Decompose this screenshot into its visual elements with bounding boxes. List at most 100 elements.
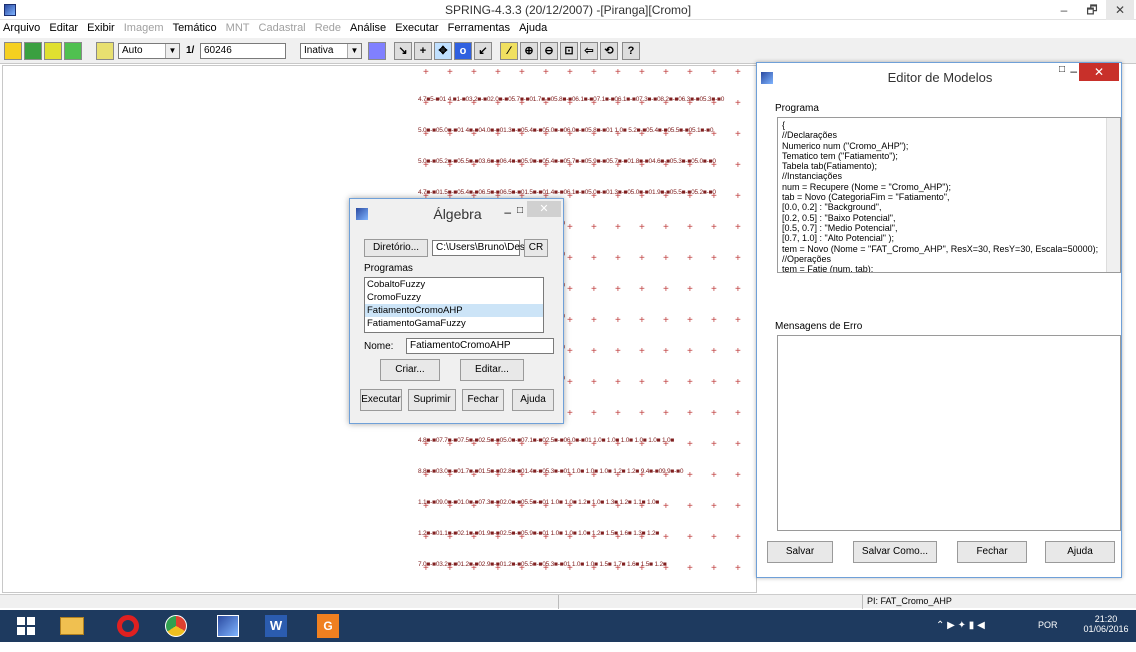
edit-line-icon[interactable]: ∕ [500, 42, 518, 60]
directory-path-field[interactable]: C:\Users\Bruno\Deskto [432, 240, 538, 256]
add-point-icon[interactable]: + [414, 42, 432, 60]
grid-point-marker: + [471, 439, 477, 450]
pointer-icon[interactable]: ↘ [394, 42, 412, 60]
query-icon[interactable]: ↙ [474, 42, 492, 60]
spring-taskbar-icon[interactable] [208, 611, 248, 641]
ajuda-algebra-button[interactable]: Ajuda [512, 389, 554, 411]
info-icon[interactable]: o [454, 42, 472, 60]
scale-input[interactable]: 60246 [200, 43, 286, 59]
programa-label: Programa [775, 103, 819, 114]
salvar-como-button[interactable]: Salvar Como... [853, 541, 937, 563]
grid-point-marker: + [495, 563, 501, 574]
refresh-icon[interactable]: ⟲ [600, 42, 618, 60]
close-button[interactable]: ✕ [1106, 0, 1134, 20]
grid-point-marker: + [447, 532, 453, 543]
back-icon[interactable]: ⇦ [580, 42, 598, 60]
list-item-selected[interactable]: FatiamentoCromoAHP [365, 304, 543, 317]
zoom-in-icon[interactable]: ⊕ [520, 42, 538, 60]
grid-point-marker: + [567, 315, 573, 326]
menu-mnt[interactable]: MNT [223, 20, 253, 34]
pi-status: PI: FAT_Cromo_AHP [862, 595, 1136, 609]
editor-maximize-button[interactable]: □ [1059, 64, 1065, 75]
clock[interactable]: 21:20 01/06/2016 [1080, 614, 1132, 646]
menu-rede[interactable]: Rede [312, 20, 344, 34]
zoom-mode-select[interactable]: Auto ▼ [118, 43, 180, 59]
code-line: Numerico num ("Cromo_AHP"); [782, 140, 909, 151]
diretorio-button[interactable]: Diretório... [364, 239, 428, 257]
chrome-icon[interactable] [156, 611, 196, 641]
grid-point-marker: + [543, 98, 549, 109]
grid-point-marker: + [687, 160, 693, 171]
database-icon[interactable] [4, 42, 22, 60]
menu-cadastral[interactable]: Cadastral [256, 20, 309, 34]
menu-imagem[interactable]: Imagem [121, 20, 167, 34]
grid-point-marker: + [615, 346, 621, 357]
grid-point-marker: + [735, 377, 741, 388]
code-line: //Declarações [782, 130, 838, 141]
ajuda-button[interactable]: Ajuda [1045, 541, 1115, 563]
menu-executar[interactable]: Executar [392, 20, 441, 34]
editor-close-button[interactable]: ✕ [1079, 63, 1119, 81]
editor-minimize-button[interactable]: – [1070, 64, 1077, 78]
code-line: [0.7, 1.0] : "Alto Potencial" ); [782, 233, 894, 244]
editar-button[interactable]: Editar... [460, 359, 524, 381]
algebra-minimize-button[interactable]: – [504, 205, 511, 219]
zoom-out-icon[interactable]: ⊖ [540, 42, 558, 60]
fechar-algebra-button[interactable]: Fechar [462, 389, 504, 411]
nome-input[interactable]: FatiamentoCromoAHP [406, 338, 554, 354]
grid-point-marker: + [495, 160, 501, 171]
word-icon[interactable]: W [256, 611, 296, 641]
algebra-maximize-button[interactable]: □ [517, 205, 523, 216]
grid-point-marker: + [687, 222, 693, 233]
list-item[interactable]: CobaltoFuzzy [365, 278, 543, 291]
executar-button[interactable]: Executar [360, 389, 402, 411]
menu-analise[interactable]: Análise [347, 20, 389, 34]
programs-list[interactable]: CobaltoFuzzy CromoFuzzy FatiamentoCromoA… [364, 277, 544, 333]
grid-point-marker: + [735, 191, 741, 202]
cr-button[interactable]: CR [524, 239, 548, 257]
menu-tematico[interactable]: Temático [170, 20, 220, 34]
display-icon[interactable] [96, 42, 114, 60]
state-select[interactable]: Inativa ▼ [300, 43, 362, 59]
chevron-down-icon: ▼ [165, 44, 179, 58]
pdf-icon[interactable]: G [308, 611, 348, 641]
grid-point-marker: + [519, 532, 525, 543]
menu-exibir[interactable]: Exibir [84, 20, 118, 34]
grid-point-marker: + [711, 253, 717, 264]
list-item[interactable]: CromoFuzzy [365, 291, 543, 304]
grid-point-marker: + [639, 470, 645, 481]
menu-arquivo[interactable]: Arquivo [0, 20, 43, 34]
chevron-down-icon: ▼ [347, 44, 361, 58]
grid-icon[interactable] [368, 42, 386, 60]
list-item[interactable]: FatiamentoGamaFuzzy [365, 317, 543, 330]
grid-point-marker: + [423, 501, 429, 512]
project-icon[interactable] [24, 42, 42, 60]
maximize-button[interactable]: 🗗 [1078, 0, 1106, 20]
tray-icons[interactable]: ⌃ ▶ ✦ ▮ ◀ [936, 620, 985, 652]
zoom-area-icon[interactable]: ⊡ [560, 42, 578, 60]
opera-icon[interactable] [108, 611, 148, 641]
program-code-textarea[interactable]: {//Declarações Numerico num ("Cromo_AHP")… [777, 117, 1121, 273]
salvar-button[interactable]: Salvar [767, 541, 833, 563]
menu-editar[interactable]: Editar [46, 20, 81, 34]
grid-point-marker: + [663, 284, 669, 295]
layers-icon[interactable] [44, 42, 62, 60]
fechar-button[interactable]: Fechar [957, 541, 1027, 563]
help-icon[interactable]: ? [622, 42, 640, 60]
pan-icon[interactable]: ✥ [434, 42, 452, 60]
draw-icon[interactable] [64, 42, 82, 60]
file-explorer-icon[interactable] [52, 611, 92, 641]
menu-ajuda[interactable]: Ajuda [516, 20, 550, 34]
grid-point-marker: + [639, 222, 645, 233]
code-scrollbar[interactable] [1106, 118, 1120, 272]
minimize-button[interactable]: – [1050, 0, 1078, 20]
menu-ferramentas[interactable]: Ferramentas [445, 20, 513, 34]
language-indicator[interactable]: POR [1038, 620, 1058, 652]
algebra-close-button[interactable]: ✕ [527, 201, 561, 217]
grid-point-marker: + [615, 377, 621, 388]
grid-point-marker: + [471, 501, 477, 512]
windows-start-icon[interactable] [6, 611, 46, 641]
criar-button[interactable]: Criar... [380, 359, 440, 381]
taskbar: W G ⌃ ▶ ✦ ▮ ◀ POR 21:20 01/06/2016 [0, 610, 1136, 642]
suprimir-button[interactable]: Suprimir [408, 389, 456, 411]
